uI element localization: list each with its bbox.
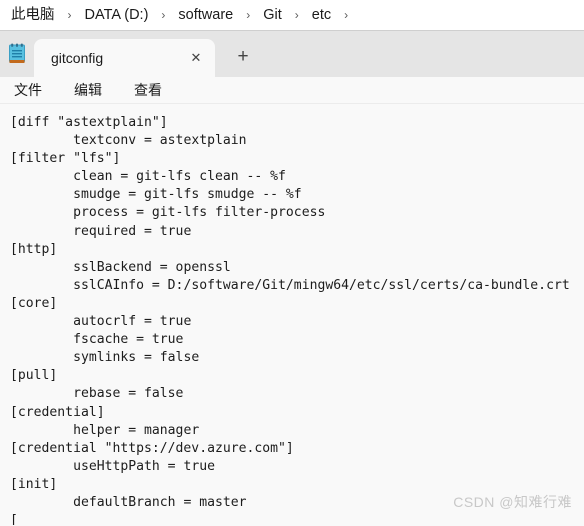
breadcrumb-chevron-icon[interactable]: › <box>295 9 299 21</box>
breadcrumb-chevron-icon[interactable]: › <box>68 9 72 21</box>
tab-strip: gitconfig ✕ + <box>0 31 584 77</box>
breadcrumb-chevron-icon[interactable]: › <box>246 9 250 21</box>
breadcrumb-chevron-icon[interactable]: › <box>161 9 165 21</box>
menu-bar: 文件 编辑 查看 <box>0 77 584 104</box>
breadcrumb-item-etc[interactable]: etc <box>309 6 334 25</box>
breadcrumb-item-this-pc[interactable]: 此电脑 <box>8 6 58 25</box>
breadcrumb-item-data-d[interactable]: DATA (D:) <box>82 6 152 25</box>
editor-content[interactable]: [diff "astextplain"] textconv = astextpl… <box>0 114 584 525</box>
text-editor-area[interactable]: [diff "astextplain"] textconv = astextpl… <box>0 104 584 525</box>
csdn-watermark: CSDN @知难行难 <box>453 494 572 510</box>
new-tab-button[interactable]: + <box>224 38 262 76</box>
tab-gitconfig[interactable]: gitconfig ✕ <box>34 39 215 77</box>
breadcrumb-chevron-icon[interactable]: › <box>344 9 348 21</box>
notepad-icon <box>0 31 34 77</box>
menu-item-file[interactable]: 文件 <box>10 81 46 99</box>
tab-label: gitconfig <box>51 50 104 66</box>
close-icon[interactable]: ✕ <box>183 45 209 71</box>
menu-item-view[interactable]: 查看 <box>130 81 166 99</box>
menu-item-edit[interactable]: 编辑 <box>70 81 106 99</box>
breadcrumb-item-software[interactable]: software <box>175 6 236 25</box>
breadcrumb: 此电脑 › DATA (D:) › software › Git › etc › <box>0 0 584 31</box>
breadcrumb-item-git[interactable]: Git <box>260 6 285 25</box>
